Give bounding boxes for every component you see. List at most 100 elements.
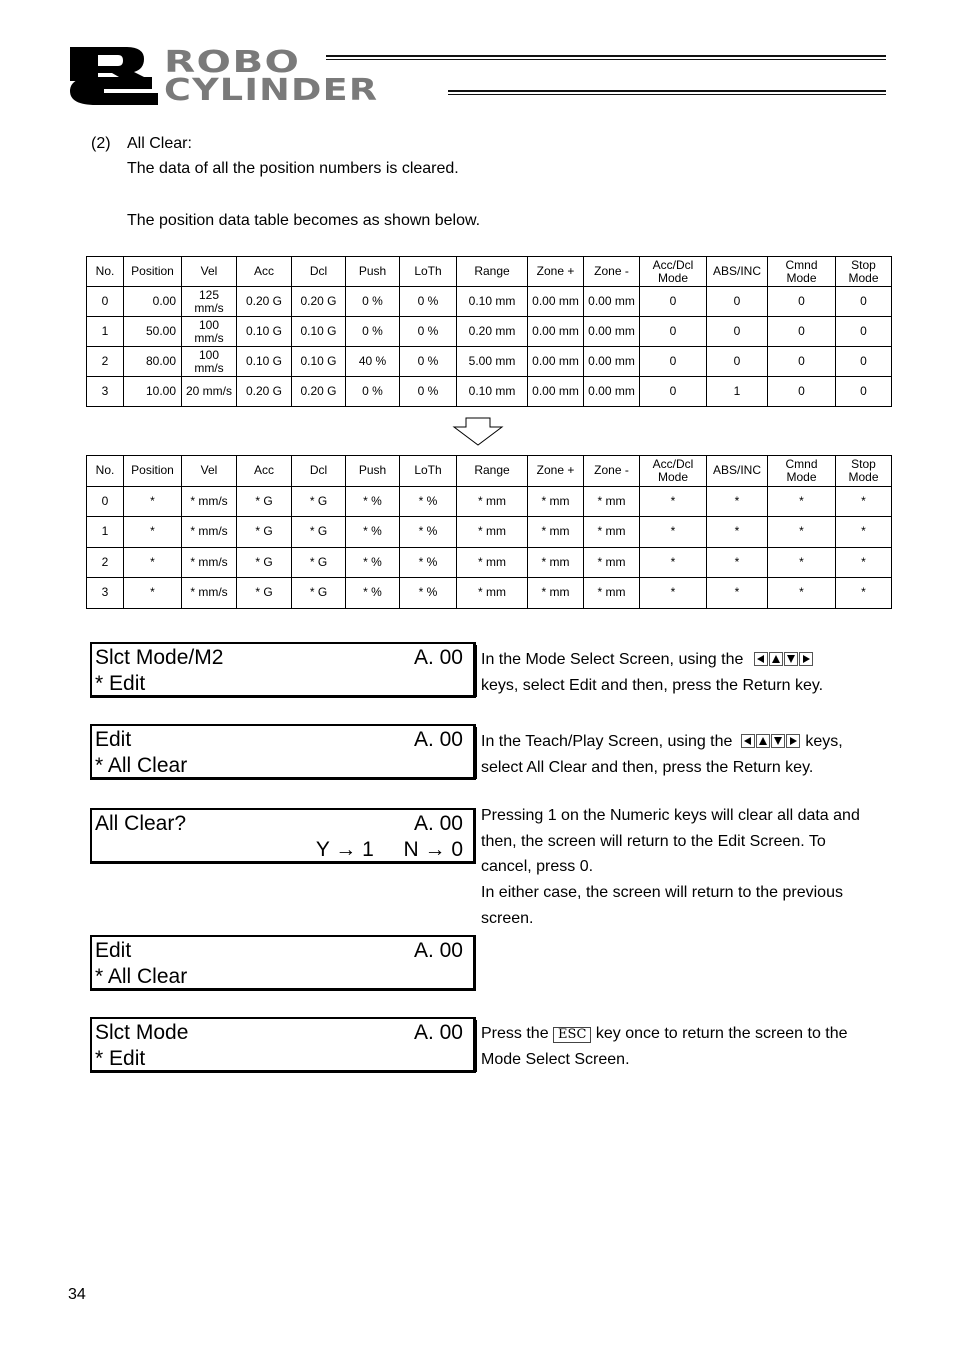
table-cell: 0 % bbox=[399, 286, 457, 317]
section-number: (2) bbox=[91, 135, 111, 152]
lcd-line1: All Clear? bbox=[95, 812, 187, 835]
table-cell: * G bbox=[236, 546, 292, 578]
lcd-no-option: N → 0 bbox=[403, 838, 463, 861]
table-cell: * bbox=[835, 485, 892, 517]
table-cell: * G bbox=[236, 577, 292, 609]
table-row: 3 * * mm/s * G * G * % * % * mm * mm * mm * * * * bbox=[86, 577, 892, 609]
lcd-axis: A. 00 bbox=[413, 939, 463, 962]
column-header: Cmnd Mode bbox=[767, 256, 836, 287]
table-cell: 0 bbox=[767, 376, 836, 407]
column-header: Zone + bbox=[527, 256, 584, 287]
lcd-screen-mode-select: Slct Mode/M2 A. 00 * Edit bbox=[90, 642, 476, 698]
table-cell: * bbox=[767, 485, 836, 517]
robo-cylinder-logo: ROBO CYLINDER bbox=[68, 45, 888, 107]
column-header: Dcl bbox=[291, 256, 346, 287]
table-cell: 0 bbox=[86, 485, 124, 517]
table-cell: * bbox=[123, 485, 182, 517]
section-title: All Clear: bbox=[127, 135, 192, 152]
table-cell: * G bbox=[291, 546, 346, 578]
column-header: Range bbox=[456, 256, 528, 287]
down-arrow-key-icon bbox=[783, 652, 798, 666]
table-cell: 0 bbox=[835, 376, 892, 407]
table-header-row: No. Position Vel Acc Dcl Push LoTh Range Zone + Z… bbox=[86, 455, 892, 487]
table-cell: 2 bbox=[86, 346, 124, 377]
table-cell: * mm bbox=[527, 485, 584, 517]
lcd-line2: * All Clear bbox=[95, 754, 188, 777]
table-cell: * mm bbox=[456, 577, 528, 609]
table-cell: * bbox=[706, 577, 768, 609]
step3-line3: cancel, press 0. bbox=[481, 858, 594, 875]
table-cell: 0.00 mm bbox=[527, 316, 584, 347]
table-cell: * G bbox=[291, 485, 346, 517]
column-header: Push bbox=[345, 256, 400, 287]
right-arrow-key-icon bbox=[798, 652, 813, 666]
lcd-screen-all-clear-confirm: All Clear? A. 00 Y → 1 N → 0 bbox=[90, 808, 476, 864]
table-cell: 0.10 G bbox=[291, 316, 346, 347]
lcd-yes-no: Y → 1 N → 0 bbox=[316, 837, 463, 863]
column-header: Push bbox=[345, 455, 400, 487]
column-header: LoTh bbox=[399, 455, 457, 487]
table-row: 0 0.00 125 mm/s 0.20 G 0.20 G0 % 0 % 0.10 mm 0.… bbox=[86, 286, 892, 317]
column-header: Zone + bbox=[527, 455, 584, 487]
table-row: 3 10.00 20 mm/s 0.20 G 0.20 G0 % 0 % 0.10 mm 0.… bbox=[86, 376, 892, 407]
table-header-row: No. Position Vel Acc Dcl Push LoTh Range Zone + Z… bbox=[86, 256, 892, 287]
table-cell: * mm bbox=[527, 577, 584, 609]
column-header: Dcl bbox=[291, 455, 346, 487]
step1-description: In the Mode Select Screen, using the bbox=[481, 647, 814, 673]
lcd-axis: A. 00 bbox=[413, 812, 463, 835]
table-cell: * mm/s bbox=[181, 546, 237, 578]
table-cell: 0 bbox=[835, 286, 892, 317]
left-arrow-key-icon bbox=[740, 734, 755, 748]
table-cell: 0.10 mm bbox=[456, 286, 528, 317]
table-cell: * bbox=[767, 516, 836, 548]
up-arrow-key-icon bbox=[755, 734, 770, 748]
divider bbox=[476, 645, 477, 697]
section-description: The data of all the position numbers is … bbox=[127, 160, 459, 177]
left-arrow-key-icon bbox=[753, 652, 768, 666]
step5-text: Press the bbox=[481, 1025, 549, 1042]
table-cell: * mm bbox=[456, 485, 528, 517]
table-cell: 0 bbox=[767, 346, 836, 377]
table-intro: The position data table becomes as shown… bbox=[127, 212, 481, 229]
divider bbox=[476, 727, 477, 779]
header-rule-top bbox=[326, 55, 886, 60]
table-cell: * % bbox=[399, 516, 457, 548]
down-arrow-icon bbox=[452, 417, 504, 446]
table-cell: * mm bbox=[583, 485, 640, 517]
table-cell: 0.00 mm bbox=[583, 346, 640, 377]
table-cell: 0.00 mm bbox=[583, 316, 640, 347]
column-header: Vel bbox=[181, 455, 237, 487]
table-cell: * mm bbox=[583, 577, 640, 609]
table-cell: 0 bbox=[86, 286, 124, 317]
lcd-screen-edit: Edit A. 00 * All Clear bbox=[90, 724, 476, 780]
table-cell: 0.20 G bbox=[291, 286, 346, 317]
table-row: 1 50.00 100 mm/s 0.10 G 0.10 G0 % 0 % 0.20 mm 0… bbox=[86, 316, 892, 347]
lcd-line1: Edit bbox=[95, 728, 132, 751]
table-cell: 0.00 mm bbox=[583, 286, 640, 317]
table-cell: * bbox=[639, 577, 707, 609]
table-cell: 0 bbox=[767, 286, 836, 317]
table-cell: * bbox=[835, 577, 892, 609]
rc-logo-icon bbox=[70, 47, 158, 105]
table-cell: 100 mm/s bbox=[181, 346, 237, 377]
table-cell: * mm/s bbox=[181, 577, 237, 609]
table-cell: 100 mm/s bbox=[181, 316, 237, 347]
column-header: Acc/Dcl Mode bbox=[639, 455, 707, 487]
table-cell: 0 bbox=[639, 316, 707, 347]
step3-line1: Pressing 1 on the Numeric keys will clea… bbox=[481, 807, 860, 824]
table-cell: 0 bbox=[639, 286, 707, 317]
step5-description: Press the ESC key once to return the scr… bbox=[481, 1021, 848, 1047]
table-cell: 0 bbox=[767, 316, 836, 347]
column-header: LoTh bbox=[399, 256, 457, 287]
column-header: ABS/INC bbox=[706, 455, 768, 487]
table-cell: 0.00 bbox=[123, 286, 182, 317]
table-cell: 1 bbox=[706, 376, 768, 407]
lcd-axis: A. 00 bbox=[413, 728, 463, 751]
step1-description-line2: keys, select Edit and then, press the Re… bbox=[481, 677, 824, 694]
lcd-line1: Slct Mode bbox=[95, 1021, 189, 1044]
step3-line2: then, the screen will return to the Edit… bbox=[481, 833, 826, 850]
column-header: Stop Mode bbox=[835, 455, 892, 487]
table-cell: 0 bbox=[706, 316, 768, 347]
table-cell: 5.00 mm bbox=[456, 346, 528, 377]
step3-line4: In either case, the screen will return t… bbox=[481, 884, 843, 901]
